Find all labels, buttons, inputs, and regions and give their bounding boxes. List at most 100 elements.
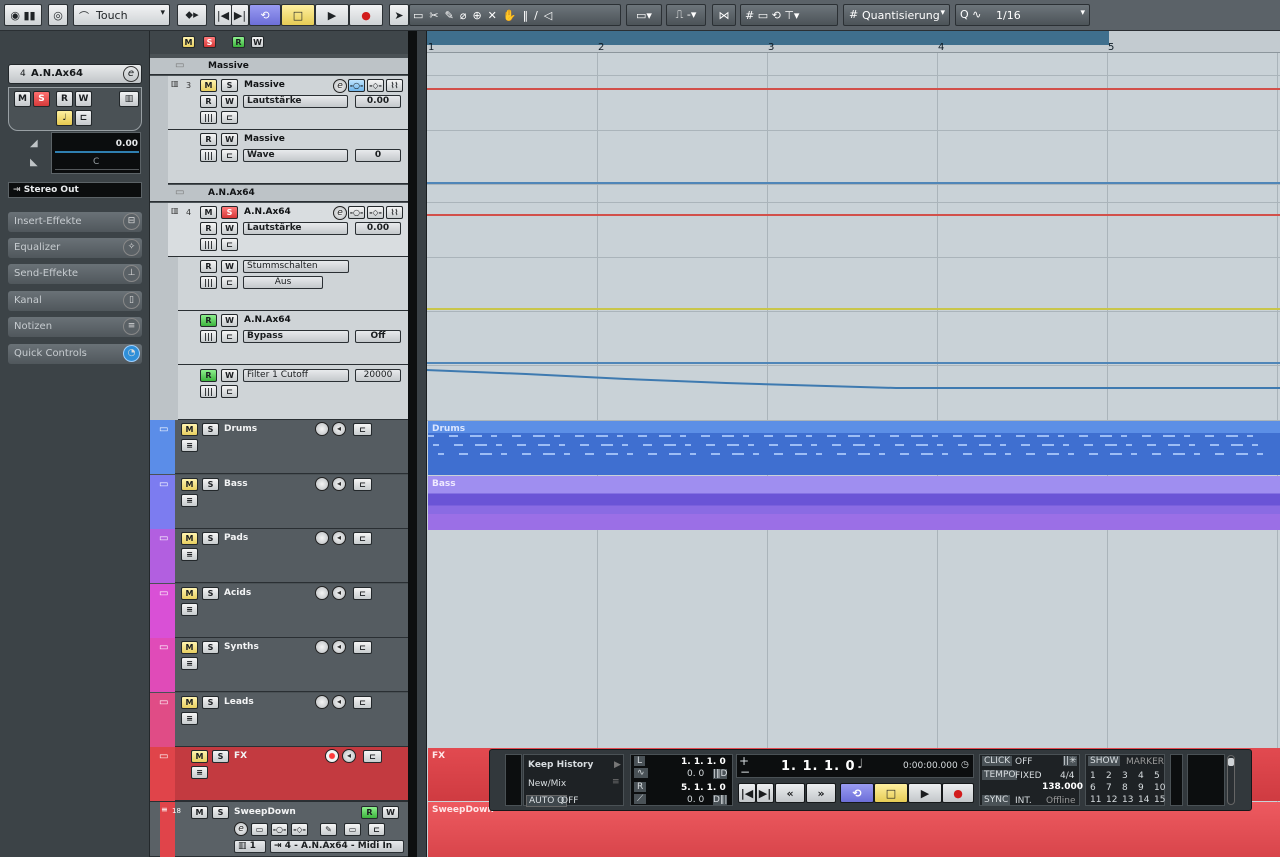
lane-toggle-icon[interactable]: |||: [200, 330, 217, 343]
marker-button[interactable]: 14: [1138, 795, 1149, 805]
snap-type-select[interactable]: ⎍ -▾: [666, 4, 706, 26]
snap-toggle-button[interactable]: ⋈: [712, 4, 736, 26]
folder-icon[interactable]: ▭: [159, 533, 168, 544]
monitor-speaker-icon[interactable]: ◂: [332, 531, 346, 545]
write-button[interactable]: W: [221, 133, 238, 146]
go-to-end-icon[interactable]: ▶|: [231, 4, 249, 26]
go-to-end-icon[interactable]: ▶|: [756, 783, 774, 803]
mute-button[interactable]: M: [181, 696, 198, 709]
lock-icon[interactable]: ⊏: [368, 823, 385, 836]
volume-automation-line-massive[interactable]: [426, 88, 1280, 90]
monitor-speaker-icon[interactable]: ◂: [332, 422, 346, 436]
mute-automation-line[interactable]: [426, 362, 1280, 364]
automation-toggle-icon[interactable]: -○-: [348, 206, 365, 219]
automation-toggle-icon[interactable]: -○-: [348, 79, 365, 92]
write-button[interactable]: W: [221, 222, 238, 235]
read-button[interactable]: R: [200, 314, 217, 327]
marker-button[interactable]: 5: [1154, 771, 1160, 781]
folder-track-leads[interactable]: ▭ M S Leads ◂ ⊏ ≡: [150, 693, 408, 747]
folder-track-bass[interactable]: ▭ M S Bass ◂ ⊏ ≡: [150, 475, 408, 529]
section-send-effects[interactable]: Send-Effekte ⊥: [8, 264, 142, 284]
lane-toggle-icon[interactable]: ≡: [191, 766, 208, 779]
lock-icon[interactable]: ⊏: [221, 149, 238, 162]
read-button[interactable]: R: [200, 369, 217, 382]
section-channel[interactable]: Kanal ▯: [8, 291, 142, 311]
lane-toggle-icon[interactable]: ≡: [181, 603, 198, 616]
inspector-solo-button[interactable]: S: [33, 91, 50, 107]
monitor-speaker-icon[interactable]: ◂: [332, 586, 346, 600]
automation-mode-select[interactable]: ⌒ Touch ▾: [73, 4, 170, 26]
record-enable-icon[interactable]: [325, 749, 339, 763]
new-mix-label[interactable]: New/Mix: [528, 779, 566, 789]
read-button[interactable]: R: [361, 806, 378, 819]
marker-button[interactable]: 7: [1106, 783, 1112, 793]
marker-button[interactable]: 2: [1106, 771, 1112, 781]
automation-parameter-select[interactable]: Bypass: [243, 330, 349, 343]
marker-button[interactable]: 12: [1106, 795, 1117, 805]
click-button[interactable]: CLICK: [982, 756, 1013, 766]
solo-button[interactable]: S: [202, 587, 219, 600]
folder-track-acids[interactable]: ▭ M S Acids ◂ ⊏ ≡: [150, 584, 408, 638]
part-drums[interactable]: Drums: [428, 421, 1280, 475]
solo-button[interactable]: S: [202, 478, 219, 491]
position-time-value[interactable]: 0:00:00.000: [903, 761, 958, 771]
read-button[interactable]: R: [200, 133, 217, 146]
automation-lane-massive-wave[interactable]: R W Massive ||| ⊏ Wave 0: [168, 130, 408, 184]
folder-track-drums[interactable]: ▭ M S Drums ◂ ⊏ ≡: [150, 420, 408, 474]
section-quick-controls[interactable]: Quick Controls ◔: [8, 344, 142, 364]
punch-out-button[interactable]: D‖|: [713, 795, 728, 805]
edit-instrument-icon[interactable]: e: [333, 79, 347, 93]
mute-button[interactable]: M: [191, 806, 208, 819]
autoscroll-button[interactable]: ⬥▸: [177, 4, 207, 26]
lane-toggle-icon[interactable]: |||: [200, 111, 217, 124]
marker-button[interactable]: 11: [1090, 795, 1101, 805]
grid-type-select[interactable]: # ▭ ⟲ ⊤▾: [740, 4, 838, 26]
track-anax64[interactable]: ▥ 4 M S A.N.Ax64 e -○- -◇- ⌇⌇ R W Lautst…: [168, 203, 408, 257]
position-bars-value[interactable]: 1. 1. 1. 0: [781, 759, 856, 774]
lock-icon[interactable]: ⊏: [363, 750, 382, 763]
click-settings-icon[interactable]: ||✳: [1063, 756, 1077, 766]
record-enable-icon[interactable]: [315, 422, 329, 436]
section-notes[interactable]: Notizen ≡: [8, 317, 142, 337]
global-write-toggle[interactable]: W: [251, 36, 264, 48]
automation-parameter-select[interactable]: Stummschalten: [243, 260, 349, 273]
mute-button[interactable]: M: [200, 206, 217, 219]
lock-icon[interactable]: ⊏: [221, 111, 238, 124]
inspector-read-button[interactable]: R: [56, 91, 73, 107]
automation-lane-bypass[interactable]: R W A.N.Ax64 ||| ⊏ Bypass Off: [178, 311, 408, 365]
solo-button[interactable]: S: [212, 806, 229, 819]
global-read-toggle[interactable]: R: [232, 36, 245, 48]
write-button[interactable]: W: [221, 260, 238, 273]
lane-toggle-icon[interactable]: |||: [200, 238, 217, 251]
object-selection-tool-icon[interactable]: ➤: [389, 4, 409, 26]
folder-icon[interactable]: ▭: [159, 479, 168, 490]
lane-toggle-icon[interactable]: |||: [200, 385, 217, 398]
folder-track-anax64[interactable]: ▭ A.N.Ax64: [150, 185, 408, 202]
automation-parameter-select[interactable]: Filter 1 Cutoff: [243, 369, 349, 382]
automation-value-field[interactable]: 0.00: [355, 222, 401, 235]
automation-value-field[interactable]: Off: [355, 330, 401, 343]
inspector-mute-button[interactable]: M: [14, 91, 31, 107]
folder-track-synths[interactable]: ▭ M S Synths ◂ ⊏ ≡: [150, 638, 408, 692]
tool-palette[interactable]: ▭✂✎⌀⊕✕✋‖/◁: [409, 4, 621, 26]
inspector-track-header[interactable]: 4 A.N.Ax64 e: [8, 64, 142, 84]
cycle-button[interactable]: ⟲: [840, 783, 874, 803]
record-enable-icon[interactable]: [315, 531, 329, 545]
eq-toggle-icon[interactable]: ⌇⌇: [386, 206, 403, 219]
tempo-value[interactable]: 138.000: [1042, 782, 1083, 792]
play-button[interactable]: ▶: [315, 4, 349, 26]
monitor-speaker-icon[interactable]: ◂: [332, 477, 346, 491]
lock-icon[interactable]: ⊏: [75, 110, 92, 126]
marker-button[interactable]: 15: [1154, 795, 1165, 805]
play-button[interactable]: ▶: [908, 783, 942, 803]
time-signature-value[interactable]: 4/4: [1060, 771, 1074, 781]
record-enable-icon[interactable]: [315, 640, 329, 654]
folder-icon[interactable]: ▭: [159, 588, 168, 599]
automation-parameter-select[interactable]: Wave: [243, 149, 348, 162]
transport-panel[interactable]: Keep History ▶ New/Mix ≡ AUTO Q OFF L ∿ …: [489, 749, 1252, 811]
bypass-automation-line[interactable]: [426, 308, 1280, 310]
lock-icon[interactable]: ⊏: [221, 330, 238, 343]
lane-toggle-icon[interactable]: ≡: [181, 712, 198, 725]
right-locator-icon[interactable]: R: [634, 782, 647, 792]
go-to-start-icon[interactable]: |◀: [738, 783, 756, 803]
